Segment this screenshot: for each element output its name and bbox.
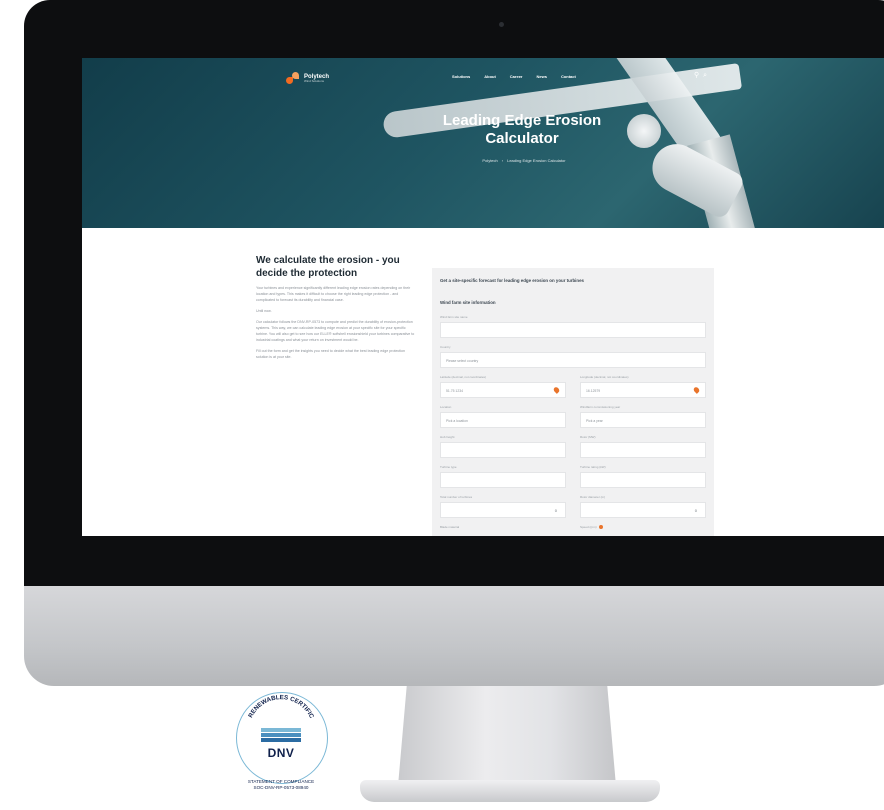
map-pin-icon[interactable] bbox=[552, 386, 561, 394]
breadcrumb-current: Leading Edge Erosion Calculator bbox=[507, 158, 566, 163]
rotor-input[interactable] bbox=[580, 442, 706, 458]
monitor-chin bbox=[24, 586, 884, 686]
intro-paragraph: Our calculator follows the DNV-RP-0573 t… bbox=[256, 320, 415, 342]
stepper-value: 0 bbox=[694, 508, 697, 513]
polytech-logo-icon bbox=[286, 72, 300, 84]
nav-item-solutions[interactable]: Solutions bbox=[452, 74, 470, 79]
rotor-diameter-field: Rotor diameter (m) 0 bbox=[580, 494, 706, 518]
commissioning-select[interactable]: Pick a year bbox=[580, 412, 706, 428]
erosion-form: Get a site-specific forecast for leading… bbox=[432, 268, 714, 536]
info-icon[interactable] bbox=[598, 525, 603, 530]
rotor-diameter-stepper[interactable]: 0 bbox=[580, 502, 706, 518]
main-menu: Solutions About Career News Contact bbox=[452, 74, 576, 79]
dnv-bar bbox=[261, 733, 301, 737]
rotor-label: Rotor (MW) bbox=[580, 435, 596, 439]
turbine-type-input[interactable] bbox=[440, 472, 566, 488]
longitude-field: Longitude (decimal, not coordinates) 16.… bbox=[580, 374, 706, 398]
intro-paragraph: Fill out the form and get the insights y… bbox=[256, 349, 406, 359]
intro-paragraph: Your turbines and experience significant… bbox=[256, 286, 411, 302]
hub-height-input[interactable] bbox=[440, 442, 566, 458]
dnv-logo-icon bbox=[261, 728, 301, 743]
location-select[interactable]: Pick a location bbox=[440, 412, 566, 428]
svg-text:RENEWABLES CERTIFICATION: RENEWABLES CERTIFICATION bbox=[246, 690, 315, 720]
speed-label-text: Speed (rpm) bbox=[580, 525, 597, 529]
website-screen: Polytech Wind Solutions Solutions About … bbox=[82, 58, 884, 536]
turbines-field: Total number of turbines 0 bbox=[440, 494, 566, 518]
nav-item-about[interactable]: About bbox=[484, 74, 496, 79]
compliance-statement: STATEMENT OF COMPLIANCE SOC-DNV-RP-0573-… bbox=[222, 779, 340, 791]
dnv-wordmark: DNV bbox=[267, 746, 295, 760]
turbine-rating-field: Turbine rating (kW) bbox=[580, 464, 706, 488]
form-title: Get a site-specific forecast for leading… bbox=[440, 278, 584, 283]
nav-item-career[interactable]: Career bbox=[510, 74, 523, 79]
dnv-bar bbox=[261, 728, 301, 732]
turbines-stepper[interactable]: 0 bbox=[440, 502, 566, 518]
latitude-field: Latitude (decimal, not coordinates) 51.7… bbox=[440, 374, 566, 398]
statement-code: SOC-DNV-RP-0573-08940 bbox=[253, 785, 309, 790]
intro-paragraph: Until now. bbox=[256, 309, 272, 313]
blade-material-label: Blade material bbox=[440, 525, 460, 529]
site-logo[interactable]: Polytech Wind Solutions bbox=[286, 72, 329, 84]
dnv-bar bbox=[261, 738, 301, 742]
site-name-label: Wind farm site name bbox=[440, 315, 468, 319]
rotor-diameter-label: Rotor diameter (m) bbox=[580, 495, 606, 499]
blade-material-field: Blade material bbox=[440, 524, 566, 530]
monitor-stand bbox=[398, 686, 616, 786]
intro-section: We calculate the erosion - you decide th… bbox=[256, 254, 416, 360]
top-navigation: Polytech Wind Solutions Solutions About … bbox=[82, 58, 884, 98]
breadcrumb-home[interactable]: Polytech bbox=[482, 158, 497, 163]
turbine-rating-label: Turbine rating (kW) bbox=[580, 465, 606, 469]
latitude-value: 51.75 1234 bbox=[446, 389, 463, 393]
commissioning-field: Windfarm commissioning year Pick a year bbox=[580, 404, 706, 428]
hub-height-field: Hub height bbox=[440, 434, 566, 458]
country-field: Country Please select country bbox=[440, 344, 706, 368]
stepper-value: 0 bbox=[554, 508, 557, 513]
speed-field: Speed (rpm) bbox=[580, 524, 706, 530]
nav-item-news[interactable]: News bbox=[536, 74, 546, 79]
longitude-value: 16.12579 bbox=[586, 389, 601, 393]
latitude-input[interactable]: 51.75 1234 bbox=[440, 382, 566, 398]
page-title: Leading Edge Erosion Calculator bbox=[442, 112, 602, 147]
commissioning-label: Windfarm commissioning year bbox=[580, 405, 621, 409]
hero-banner: Polytech Wind Solutions Solutions About … bbox=[82, 58, 884, 228]
location-label: Location bbox=[440, 405, 452, 409]
rotor-field: Rotor (MW) bbox=[580, 434, 706, 458]
location-field: Location Pick a location bbox=[440, 404, 566, 428]
turbine-type-label: Turbine type bbox=[440, 465, 457, 469]
breadcrumb: Polytech › Leading Edge Erosion Calculator bbox=[434, 158, 614, 163]
location-icon[interactable]: ⚲ bbox=[694, 72, 699, 79]
site-name-field: Wind farm site name bbox=[440, 314, 706, 338]
speed-label: Speed (rpm) bbox=[580, 524, 706, 530]
hub-height-label: Hub height bbox=[440, 435, 455, 439]
country-label: Country bbox=[440, 345, 451, 349]
search-icon[interactable]: ⌕ bbox=[703, 72, 707, 79]
turbine-rating-input[interactable] bbox=[580, 472, 706, 488]
intro-heading: We calculate the erosion - you decide th… bbox=[256, 255, 400, 279]
latitude-label: Latitude (decimal, not coordinates) bbox=[440, 375, 487, 379]
dnv-compliance-badge: RENEWABLES CERTIFICATION DNV STATEMENT O… bbox=[222, 690, 340, 808]
camera bbox=[499, 22, 504, 27]
longitude-label: Longitude (decimal, not coordinates) bbox=[580, 375, 629, 379]
site-name-input[interactable] bbox=[440, 322, 706, 338]
nav-item-contact[interactable]: Contact bbox=[561, 74, 576, 79]
form-section-title: Wind farm site information bbox=[440, 300, 496, 305]
turbines-label: Total number of turbines bbox=[440, 495, 473, 499]
map-pin-icon[interactable] bbox=[692, 386, 701, 394]
turbine-type-field: Turbine type bbox=[440, 464, 566, 488]
nav-icons: ⚲ ⌕ bbox=[694, 72, 707, 79]
breadcrumb-separator-icon: › bbox=[501, 158, 504, 163]
longitude-input[interactable]: 16.12579 bbox=[580, 382, 706, 398]
monitor-foot bbox=[360, 780, 660, 802]
logo-tagline: Wind Solutions bbox=[304, 78, 325, 83]
country-select[interactable]: Please select country bbox=[440, 352, 706, 368]
turbine-hub bbox=[627, 114, 661, 148]
certification-arc-text: RENEWABLES CERTIFICATION bbox=[246, 690, 315, 720]
